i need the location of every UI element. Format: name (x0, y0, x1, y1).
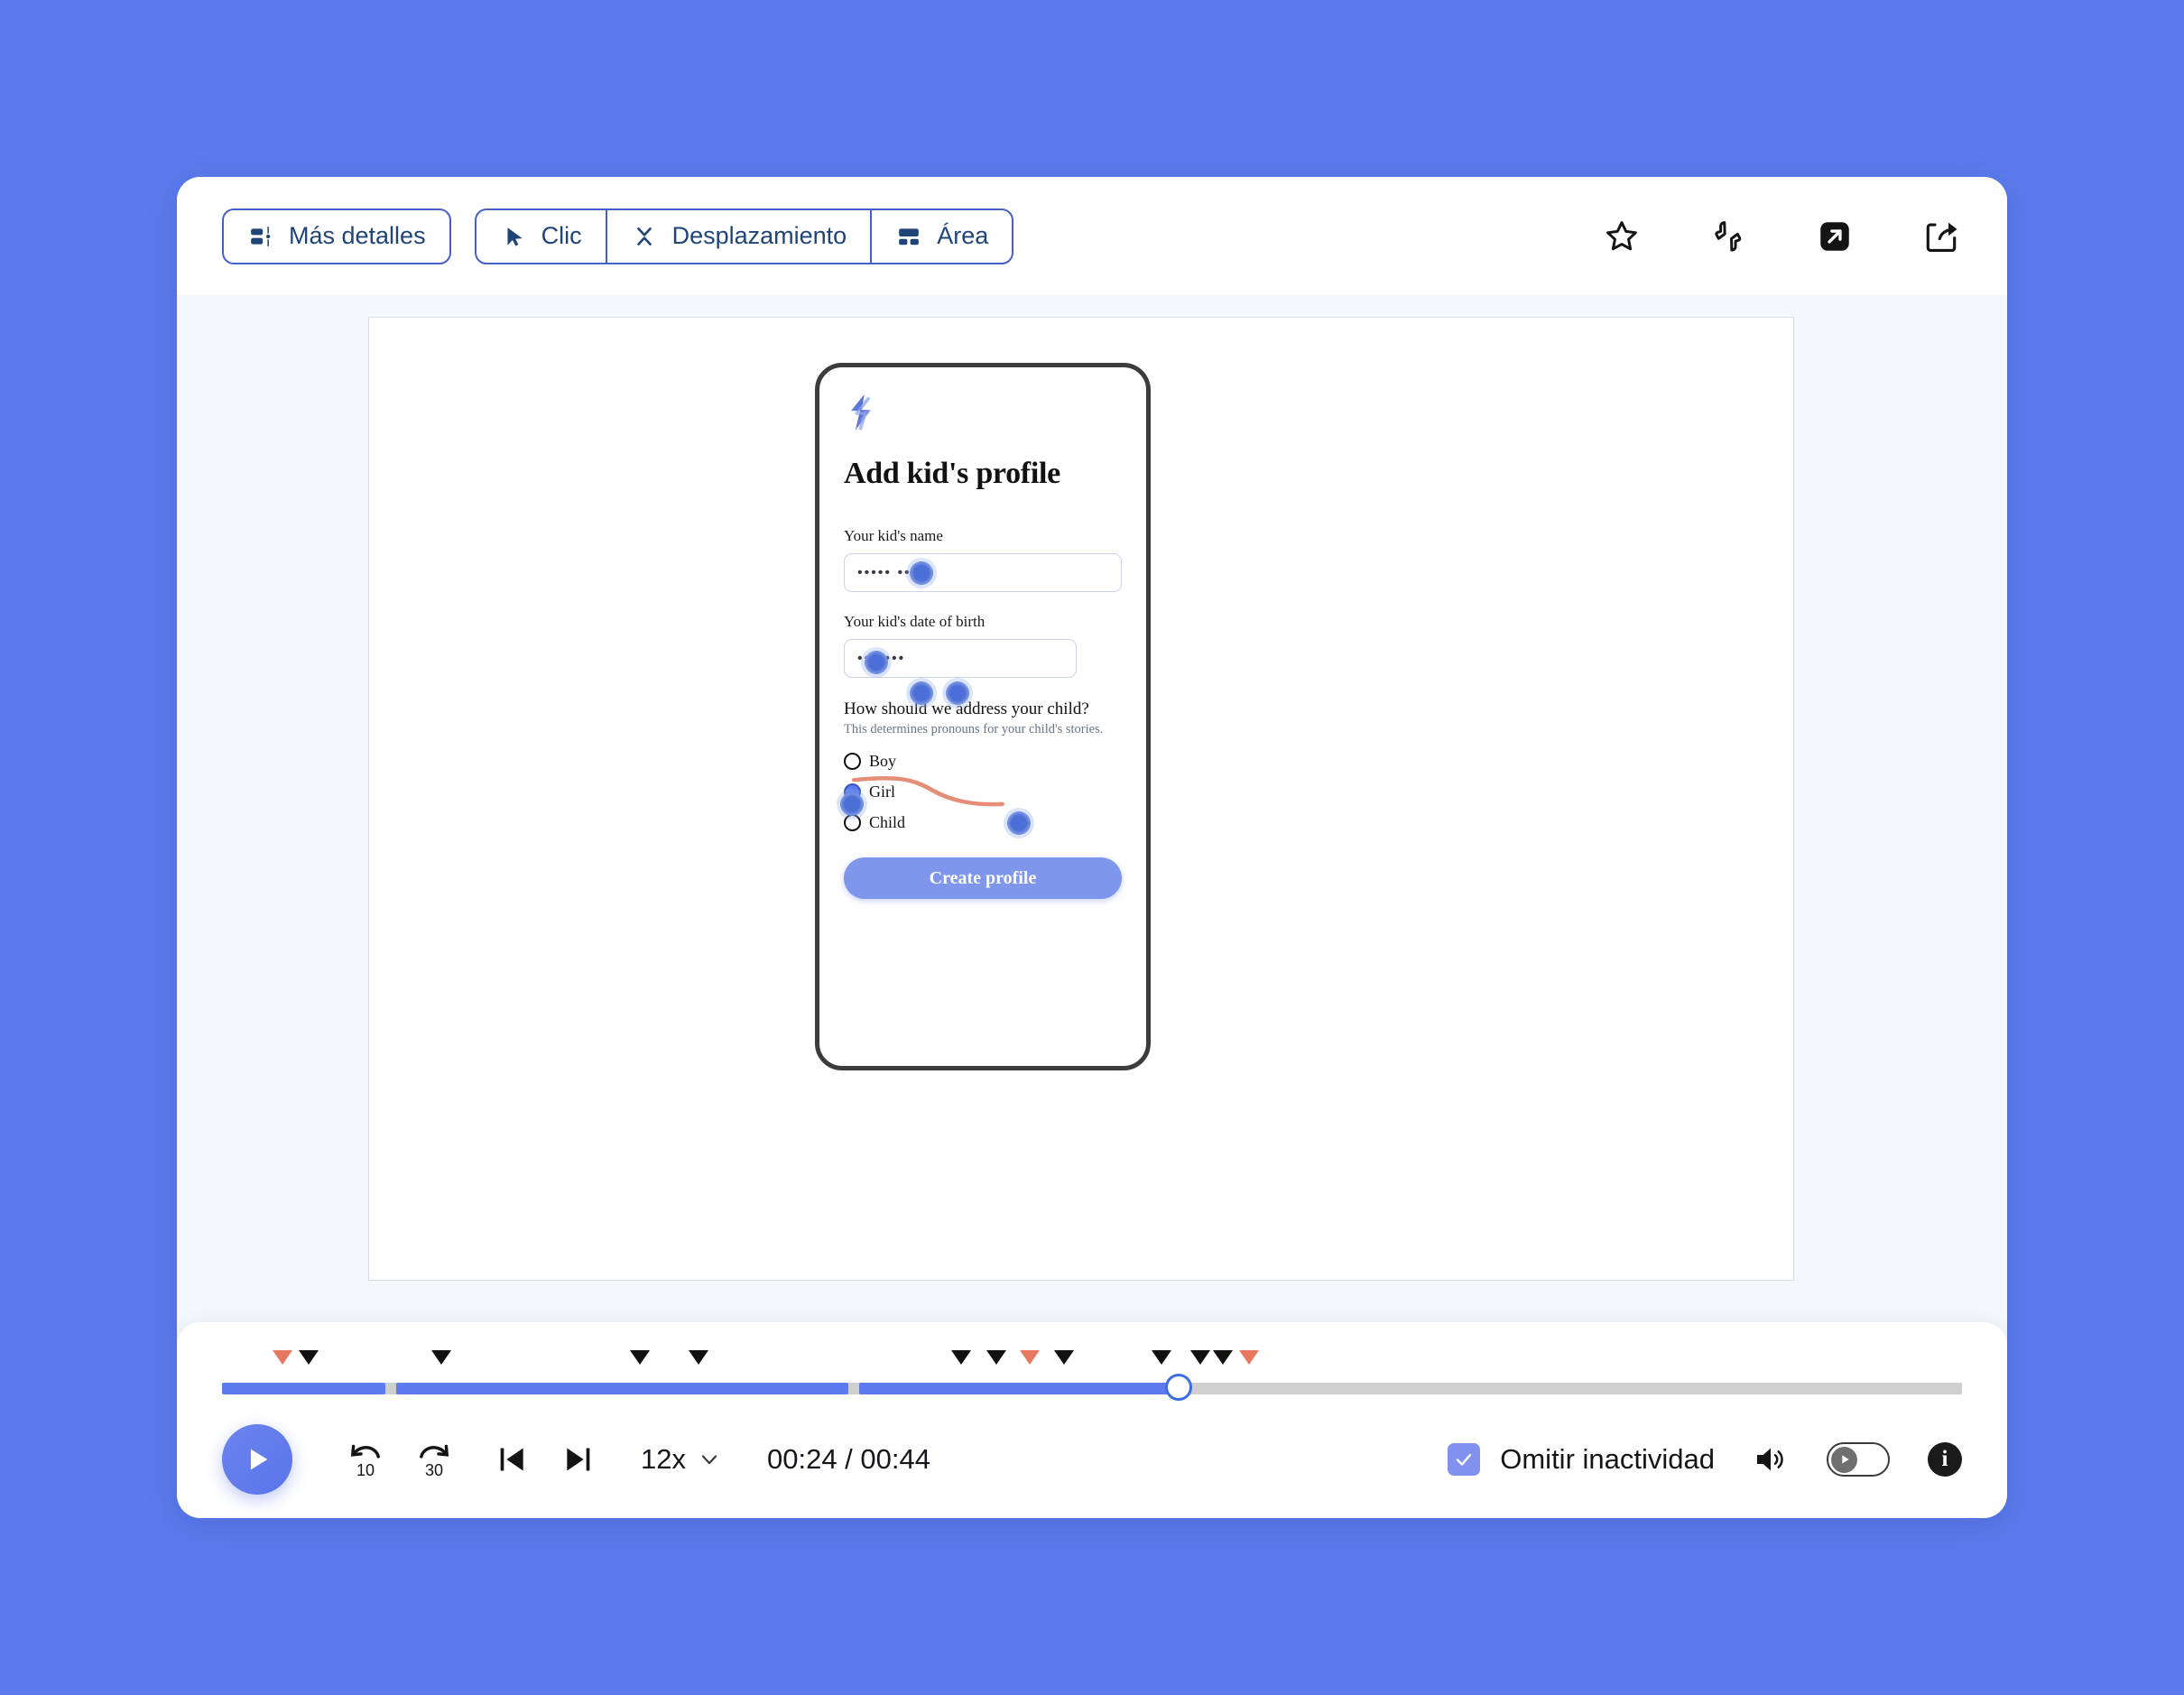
timeline-marker[interactable] (430, 1350, 451, 1365)
skip-previous-icon (500, 1448, 523, 1471)
dob-input[interactable]: ••••••• (844, 639, 1077, 678)
details-panel-icon (247, 223, 274, 250)
timeline-marker[interactable] (1152, 1350, 1172, 1365)
more-details-label: Más detalles (289, 222, 426, 249)
timeline-scrubber[interactable] (222, 1350, 1962, 1401)
timeline-marker[interactable] (629, 1350, 650, 1365)
player-right-controls: Omitir inactividad i (1448, 1441, 1962, 1477)
click-indicator-name (910, 561, 933, 585)
info-button[interactable]: i (1928, 1442, 1962, 1477)
rewind-10-button[interactable]: 10 (345, 1439, 386, 1480)
svg-text:30: 30 (425, 1461, 443, 1479)
lightning-bolt-logo (851, 394, 871, 431)
toolbar-action-group (1601, 216, 1962, 257)
volume-button[interactable] (1753, 1441, 1789, 1477)
radio-child-label: Child (869, 813, 906, 831)
check-icon (1457, 1453, 1472, 1466)
timeline-segment[interactable] (222, 1383, 386, 1394)
feedback-icon[interactable] (1707, 216, 1749, 257)
play-icon (250, 1449, 268, 1470)
skip-next-icon (567, 1448, 590, 1471)
create-profile-label: Create profile (929, 867, 1037, 888)
click-indicator-girl (840, 792, 864, 816)
click-indicator-trail-end (1007, 811, 1031, 835)
pronoun-question-subtitle: This determines pronouns for your child'… (844, 722, 1104, 736)
play-button[interactable] (222, 1424, 292, 1495)
info-label: i (1941, 1447, 1948, 1471)
filter-area-label: Área (937, 222, 989, 249)
filter-click-button[interactable]: Clic (477, 210, 606, 263)
page-title: Add kid's profile (844, 457, 1060, 490)
share-icon[interactable] (1920, 216, 1962, 257)
name-field-label: Your kid's name (844, 527, 943, 544)
timeline-segment[interactable] (858, 1383, 1178, 1394)
time-display: 00:24 / 00:44 (766, 1443, 930, 1475)
timeline-marker[interactable] (986, 1350, 1006, 1365)
create-profile-button[interactable]: Create profile (844, 857, 1122, 899)
recording-player-card: Más detalles Clic Desplazamiento Área Ad… (177, 177, 2007, 1518)
player-bar: 10 30 12x 00:24 / 00:44 Omitir inactivid… (177, 1322, 2007, 1518)
timeline-marker[interactable] (1189, 1350, 1210, 1365)
playback-speed-value: 12x (641, 1443, 686, 1475)
radio-option-boy[interactable]: Boy (844, 752, 1122, 771)
phone-mockup: Add kid's profile Your kid's name ••••• … (815, 363, 1151, 1070)
play-icon-small (1841, 1455, 1849, 1464)
pronoun-radio-group: Boy Girl Child (840, 752, 1122, 835)
click-indicator-dob-3 (946, 681, 969, 705)
name-input[interactable]: ••••• •••• (844, 553, 1122, 592)
more-details-button[interactable]: Más detalles (224, 210, 449, 263)
previous-event-button[interactable] (495, 1441, 531, 1477)
toolbar-left-group: Más detalles Clic Desplazamiento Área (222, 208, 1014, 264)
skip-inactivity-control[interactable]: Omitir inactividad (1448, 1443, 1715, 1476)
filter-scroll-button[interactable]: Desplazamiento (605, 209, 871, 263)
pronoun-question-title: How should we address your child? (844, 699, 1089, 718)
playback-speed-selector[interactable]: 12x (641, 1443, 722, 1476)
click-indicator-dob (865, 651, 888, 674)
timeline-marker[interactable] (1019, 1350, 1040, 1365)
skip-inactivity-label: Omitir inactividad (1500, 1443, 1715, 1475)
forward-30-button[interactable]: 30 (413, 1439, 455, 1480)
event-type-pill: Clic Desplazamiento Área (474, 208, 1014, 264)
radio-girl-label: Girl (869, 783, 895, 801)
cursor-arrow-icon (500, 223, 527, 250)
radio-option-girl[interactable]: Girl (840, 783, 1122, 816)
timeline-marker[interactable] (951, 1350, 972, 1365)
timeline-marker[interactable] (299, 1350, 319, 1365)
timeline-marker[interactable] (1238, 1350, 1259, 1365)
next-event-button[interactable] (560, 1441, 596, 1477)
dob-click-dots-row (844, 678, 1122, 705)
filter-scroll-label: Desplazamiento (671, 222, 847, 249)
svg-text:10: 10 (356, 1461, 375, 1479)
click-indicator-dob-2 (910, 681, 933, 705)
radio-boy[interactable] (844, 753, 861, 770)
autoplay-toggle-knob (1831, 1446, 1857, 1473)
dob-field-label: Your kid's date of birth (844, 613, 986, 630)
speaker-on-icon (1757, 1448, 1783, 1471)
scroll-collapse-icon (631, 223, 658, 250)
timeline-segment[interactable] (395, 1383, 849, 1394)
top-toolbar: Más detalles Clic Desplazamiento Área (177, 177, 2007, 295)
open-external-icon[interactable] (1814, 216, 1855, 257)
timeline-segment[interactable] (1199, 1383, 1962, 1394)
radio-option-child[interactable]: Child (844, 811, 1122, 835)
filter-click-label: Clic (541, 222, 582, 249)
timeline-marker[interactable] (1054, 1350, 1075, 1365)
recording-canvas: Add kid's profile Your kid's name ••••• … (368, 317, 1794, 1281)
filter-area-button[interactable]: Área (870, 209, 1012, 263)
skip-inactivity-checkbox[interactable] (1448, 1443, 1481, 1476)
timeline-marker[interactable] (1212, 1350, 1233, 1365)
radio-boy-label: Boy (869, 752, 897, 770)
playhead-handle[interactable] (1165, 1374, 1193, 1401)
chevron-down-icon (701, 1455, 717, 1465)
autoplay-toggle[interactable] (1827, 1442, 1890, 1477)
player-controls: 10 30 12x 00:24 / 00:44 Omitir inactivid… (222, 1418, 1962, 1501)
more-details-pill: Más detalles (222, 208, 451, 264)
favorite-icon[interactable] (1601, 216, 1643, 257)
radio-child[interactable] (844, 814, 861, 831)
area-layout-icon (895, 223, 922, 250)
timeline-marker[interactable] (689, 1350, 709, 1365)
timeline-marker[interactable] (273, 1350, 293, 1365)
